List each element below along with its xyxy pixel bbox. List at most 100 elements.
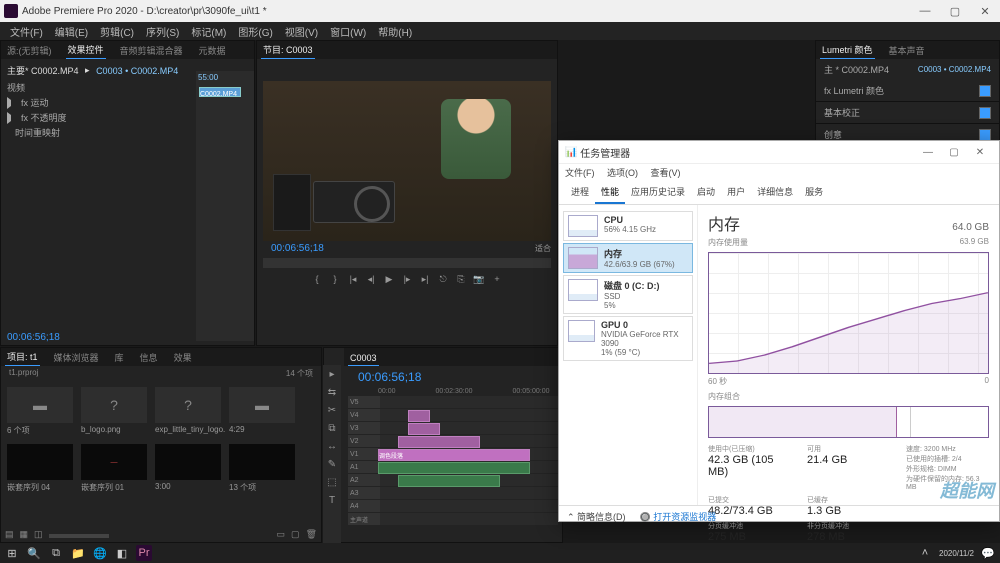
maximize-button[interactable]: ▢ bbox=[940, 0, 970, 22]
tm-tab-processes[interactable]: 进程 bbox=[565, 181, 595, 204]
task-view-icon[interactable]: ⧉ bbox=[48, 545, 64, 561]
tm-menu-options[interactable]: 选项(O) bbox=[607, 168, 638, 178]
zoom-slider[interactable] bbox=[49, 534, 109, 538]
metric-cpu[interactable]: CPU56% 4.15 GHz bbox=[563, 211, 693, 241]
settings-button[interactable]: + bbox=[490, 272, 504, 286]
lumetri-basic[interactable]: 基本校正 bbox=[824, 106, 860, 119]
tab-lumetri[interactable]: Lumetri 颜色 bbox=[820, 41, 875, 59]
taskbar-clock[interactable]: 2020/11/2 bbox=[939, 549, 974, 558]
metric-memory[interactable]: 内存42.6/63.9 GB (67%) bbox=[563, 243, 693, 273]
tab-metadata[interactable]: 元数据 bbox=[197, 42, 228, 59]
fx-mini-clip[interactable]: C0002.MP4 bbox=[199, 87, 241, 97]
bin-item[interactable]: —嵌套序列 01 bbox=[81, 444, 147, 493]
menu-sequence[interactable]: 序列(S) bbox=[140, 24, 185, 39]
chrome-icon[interactable]: 🌐 bbox=[92, 545, 108, 561]
clip-segment[interactable]: 调色段落 bbox=[378, 449, 530, 461]
disclosure-icon[interactable] bbox=[7, 97, 17, 109]
step-back-button[interactable]: ◂| bbox=[364, 272, 378, 286]
track-select-tool[interactable]: ⇆ bbox=[325, 387, 339, 401]
mark-in-button[interactable]: { bbox=[310, 272, 324, 286]
tm-tab-history[interactable]: 应用历史记录 bbox=[625, 181, 691, 204]
menu-window[interactable]: 窗口(W) bbox=[324, 24, 372, 39]
bin-item[interactable]: ?b_logo.png bbox=[81, 387, 147, 436]
extract-button[interactable]: ⎘ bbox=[454, 272, 468, 286]
metric-disk[interactable]: 磁盘 0 (C: D:)SSD5% bbox=[563, 275, 693, 314]
lumetri-fx-row[interactable]: fx Lumetri 颜色 bbox=[824, 84, 884, 97]
minimize-button[interactable]: — bbox=[910, 0, 940, 22]
menu-graphics[interactable]: 图形(G) bbox=[232, 24, 278, 39]
open-resmon-link[interactable]: 🔘 打开资源监视器 bbox=[640, 510, 717, 523]
creative-enable-checkbox[interactable] bbox=[979, 129, 991, 141]
fx-row-opacity[interactable]: fx 不透明度 bbox=[21, 111, 67, 124]
new-item-icon[interactable]: ▢ bbox=[291, 529, 300, 540]
timeline-tracks[interactable]: 00:00 00:02:30:00 00:05:00:00 V5 V4 V3 V… bbox=[344, 388, 562, 525]
notification-icon[interactable]: 💬 bbox=[980, 545, 996, 561]
tab-media-browser[interactable]: 媒体浏览器 bbox=[52, 349, 101, 366]
tm-menu-file[interactable]: 文件(F) bbox=[565, 168, 595, 178]
tab-libraries[interactable]: 库 bbox=[113, 349, 126, 366]
tab-project[interactable]: 项目: t1 bbox=[5, 348, 40, 366]
step-fwd-button[interactable]: |▸ bbox=[400, 272, 414, 286]
play-button[interactable]: ▶ bbox=[382, 272, 396, 286]
app-icon[interactable]: ◧ bbox=[114, 545, 130, 561]
selection-tool[interactable]: ▸ bbox=[325, 369, 339, 383]
mark-out-button[interactable]: } bbox=[328, 272, 342, 286]
tm-tab-performance[interactable]: 性能 bbox=[595, 181, 625, 204]
menu-marker[interactable]: 标记(M) bbox=[185, 24, 232, 39]
basic-enable-checkbox[interactable] bbox=[979, 107, 991, 119]
trash-icon[interactable]: 🗑 bbox=[306, 529, 317, 540]
fx-timecode[interactable]: 00:06:56;18 bbox=[7, 332, 60, 343]
program-fit[interactable]: 适合 bbox=[535, 243, 551, 254]
tm-tab-services[interactable]: 服务 bbox=[799, 181, 829, 204]
program-viewer[interactable] bbox=[263, 81, 551, 241]
type-tool[interactable]: T bbox=[325, 495, 339, 509]
bin-item[interactable]: 3:00 bbox=[155, 444, 221, 493]
tab-effects[interactable]: 效果 bbox=[172, 349, 194, 366]
tm-tab-details[interactable]: 详细信息 bbox=[751, 181, 799, 204]
lift-button[interactable]: ⎋ bbox=[436, 272, 450, 286]
lumetri-enable-checkbox[interactable] bbox=[979, 85, 991, 97]
metric-gpu[interactable]: GPU 0NVIDIA GeForce RTX 30901% (59 °C) bbox=[563, 316, 693, 361]
ripple-tool[interactable]: ↔ bbox=[325, 441, 339, 455]
pen-tool[interactable]: ✎ bbox=[325, 459, 339, 473]
explorer-icon[interactable]: 📁 bbox=[70, 545, 86, 561]
list-view-icon[interactable]: ▤ bbox=[5, 529, 14, 540]
menu-clip[interactable]: 剪辑(C) bbox=[94, 24, 140, 39]
fewer-details-toggle[interactable]: ⌃ 简略信息(D) bbox=[567, 510, 626, 523]
close-button[interactable]: ✕ bbox=[970, 0, 1000, 22]
razor-tool[interactable]: ✂ bbox=[325, 405, 339, 419]
tab-sequence[interactable]: C0003 bbox=[348, 351, 379, 366]
fx-mini-timeline[interactable]: 55:00 bbox=[196, 71, 254, 341]
menu-file[interactable]: 文件(F) bbox=[4, 24, 49, 39]
program-timecode[interactable]: 00:06:56;18 bbox=[263, 241, 332, 256]
tab-effect-controls[interactable]: 效果控件 bbox=[66, 41, 106, 59]
menu-view[interactable]: 视图(V) bbox=[279, 24, 324, 39]
bin-item[interactable]: ?exp_little_tiny_logo. bbox=[155, 387, 221, 436]
minimize-button[interactable]: — bbox=[915, 147, 941, 158]
menu-edit[interactable]: 编辑(E) bbox=[49, 24, 94, 39]
go-out-button[interactable]: ▸| bbox=[418, 272, 432, 286]
maximize-button[interactable]: ▢ bbox=[941, 147, 967, 158]
export-frame-button[interactable]: 📷 bbox=[472, 272, 486, 286]
fx-row-motion[interactable]: fx 运动 bbox=[21, 96, 49, 109]
tab-source[interactable]: 源:(无剪辑) bbox=[5, 42, 54, 59]
tab-essential-sound[interactable]: 基本声音 bbox=[887, 42, 927, 59]
search-icon[interactable]: 🔍 bbox=[26, 545, 42, 561]
fx-row-timeremap[interactable]: 时间重映射 bbox=[15, 126, 60, 139]
tab-info[interactable]: 信息 bbox=[138, 349, 160, 366]
tm-tab-startup[interactable]: 启动 bbox=[691, 181, 721, 204]
icon-view-icon[interactable]: ▦ bbox=[20, 529, 29, 540]
start-button[interactable]: ⊞ bbox=[4, 545, 20, 561]
premiere-taskbar-icon[interactable]: Pr bbox=[136, 545, 152, 561]
bin-item[interactable]: 13 个项 bbox=[229, 444, 295, 493]
bin-item[interactable]: 嵌套序列 04 bbox=[7, 444, 73, 493]
freeform-view-icon[interactable]: ◫ bbox=[34, 529, 43, 540]
disclosure-icon[interactable] bbox=[7, 112, 17, 124]
close-button[interactable]: ✕ bbox=[967, 147, 993, 158]
tab-audio-mixer[interactable]: 音频剪辑混合器 bbox=[118, 42, 185, 59]
tray-chevron-icon[interactable]: ˄ bbox=[917, 545, 933, 561]
new-bin-icon[interactable]: ▭ bbox=[277, 529, 286, 540]
tab-program[interactable]: 节目: C0003 bbox=[261, 41, 315, 59]
menu-help[interactable]: 帮助(H) bbox=[372, 24, 418, 39]
go-in-button[interactable]: |◂ bbox=[346, 272, 360, 286]
